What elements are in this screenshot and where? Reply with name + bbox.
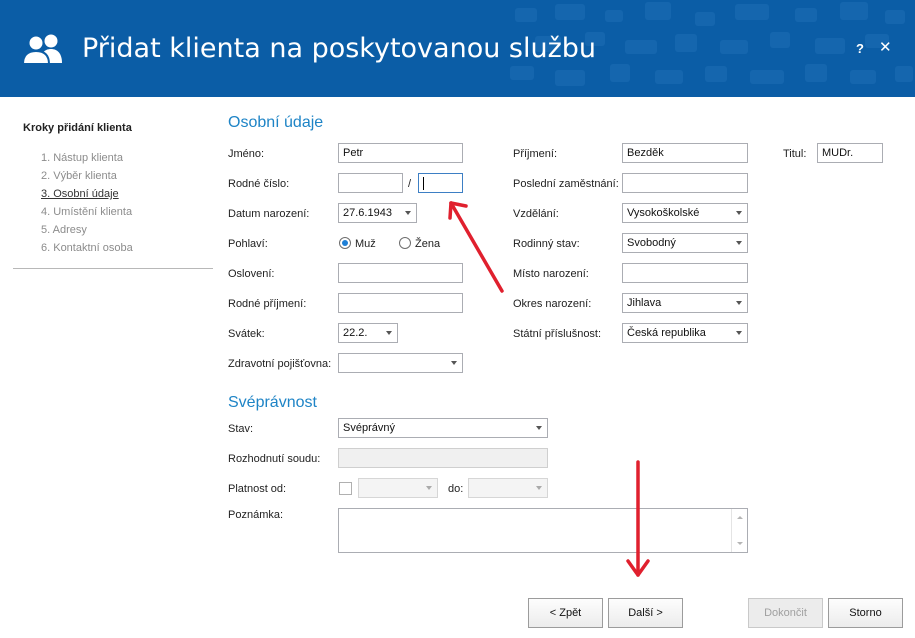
scroll-down-icon[interactable] <box>737 542 743 545</box>
chevron-down-icon <box>736 301 742 305</box>
poznamka-textarea[interactable] <box>338 508 748 553</box>
rodne-prijmeni-label: Rodné příjmení: <box>228 298 307 310</box>
poznamka-label: Poznámka: <box>228 509 284 521</box>
statni-prislusnost-select[interactable]: Česká republika <box>622 323 748 343</box>
chevron-down-icon <box>736 211 742 215</box>
chevron-down-icon <box>405 211 411 215</box>
platnost-od-label: Platnost od: <box>228 483 287 495</box>
finish-button: Dokončit <box>748 598 823 628</box>
posledni-zamestnani-input[interactable] <box>622 173 748 193</box>
section-heading-personal: Osobní údaje <box>228 114 324 131</box>
posledni-zamestnani-label: Poslední zaměstnání: <box>513 178 619 190</box>
sidebar-divider <box>13 268 213 269</box>
misto-narozeni-input[interactable] <box>622 263 748 283</box>
rozhodnuti-soudu-input <box>338 448 548 468</box>
misto-narozeni-label: Místo narození: <box>513 268 589 280</box>
statni-prislusnost-label: Státní příslušnost: <box>513 328 602 340</box>
chevron-down-icon <box>536 426 542 430</box>
platnost-od-picker <box>358 478 438 498</box>
svatek-select[interactable]: 22.2. <box>338 323 398 343</box>
back-button[interactable]: < Zpět <box>528 598 603 628</box>
titul-input[interactable]: MUDr. <box>817 143 883 163</box>
pohlavi-label: Pohlaví: <box>228 238 268 250</box>
pohlavi-muz-label[interactable]: Muž <box>355 238 376 250</box>
rodinny-stav-value: Svobodný <box>627 237 676 249</box>
rodne-prijmeni-input[interactable] <box>338 293 463 313</box>
step-item: 5. Adresy <box>41 224 87 236</box>
titul-label: Titul: <box>783 148 807 160</box>
vzdelani-value: Vysokoškolské <box>627 207 700 219</box>
pohlavi-zena-radio[interactable] <box>399 237 411 249</box>
rodne-cislo-separator: / <box>408 178 412 190</box>
rodne-cislo-label: Rodné číslo: <box>228 178 290 190</box>
chevron-down-icon <box>536 486 542 490</box>
stav-label: Stav: <box>228 423 254 435</box>
datum-narozeni-value: 27.6.1943 <box>343 207 392 219</box>
stav-select[interactable]: Svéprávný <box>338 418 548 438</box>
chevron-down-icon <box>386 331 392 335</box>
svatek-label: Svátek: <box>228 328 265 340</box>
rodinny-stav-select[interactable]: Svobodný <box>622 233 748 253</box>
annotation-arrow-up-head <box>448 201 468 220</box>
zdravotni-pojistovna-select[interactable] <box>338 353 463 373</box>
cancel-button[interactable]: Storno <box>828 598 903 628</box>
rodinny-stav-label: Rodinný stav: <box>513 238 580 250</box>
text-caret <box>423 177 424 190</box>
step-item: 1. Nástup klienta <box>41 152 123 164</box>
dialog-title: Přidat klienta na poskytovanou službu <box>82 33 597 64</box>
step-item-active: 3. Osobní údaje <box>41 188 119 200</box>
rodne-cislo-part2-input[interactable] <box>418 173 463 193</box>
steps-list: 1. Nástup klienta 2. Výběr klienta 3. Os… <box>41 151 133 259</box>
jmeno-label: Jméno: <box>228 148 265 160</box>
prijmeni-label: Příjmení: <box>513 148 558 160</box>
svatek-value: 22.2. <box>343 327 368 339</box>
rodne-cislo-part1-input[interactable] <box>338 173 403 193</box>
statni-prislusnost-value: Česká republika <box>627 327 706 339</box>
platnost-checkbox[interactable] <box>339 482 352 495</box>
scroll-up-icon[interactable] <box>737 516 743 519</box>
okres-narozeni-label: Okres narození: <box>513 298 592 310</box>
vzdelani-label: Vzdělání: <box>513 208 559 220</box>
chevron-down-icon <box>736 331 742 335</box>
rozhodnuti-soudu-label: Rozhodnutí soudu: <box>228 453 321 465</box>
osloveni-input[interactable] <box>338 263 463 283</box>
pohlavi-muz-radio[interactable] <box>339 237 351 249</box>
textarea-scrollbar[interactable] <box>731 509 747 552</box>
platnost-do-label: do: <box>448 483 464 495</box>
pohlavi-zena-label[interactable]: Žena <box>415 238 440 250</box>
next-button[interactable]: Další > <box>608 598 683 628</box>
chevron-down-icon <box>451 361 457 365</box>
step-item: 4. Umístění klienta <box>41 206 133 218</box>
chevron-down-icon <box>426 486 432 490</box>
chevron-down-icon <box>736 241 742 245</box>
step-item: 6. Kontaktní osoba <box>41 242 133 254</box>
steps-title: Kroky přidání klienta <box>23 122 132 134</box>
help-icon[interactable]: ? <box>856 41 864 56</box>
dialog-header: Přidat klienta na poskytovanou službu ? … <box>0 0 915 97</box>
section-heading-legal-capacity: Svéprávnost <box>228 394 317 411</box>
jmeno-input[interactable]: Petr <box>338 143 463 163</box>
prijmeni-input[interactable]: Bezděk <box>622 143 748 163</box>
vzdelani-select[interactable]: Vysokoškolské <box>622 203 748 223</box>
okres-narozeni-select[interactable]: Jihlava <box>622 293 748 313</box>
stav-value: Svéprávný <box>343 422 395 434</box>
datum-narozeni-label: Datum narození: <box>228 208 310 220</box>
platnost-do-picker <box>468 478 548 498</box>
okres-narozeni-value: Jihlava <box>627 297 662 309</box>
users-icon <box>22 34 62 65</box>
close-icon[interactable]: ✕ <box>879 38 892 56</box>
annotation-arrow-down-head <box>626 559 650 577</box>
datum-narozeni-picker[interactable]: 27.6.1943 <box>338 203 417 223</box>
zdravotni-pojistovna-label: Zdravotní pojišťovna: <box>228 358 332 370</box>
step-item: 2. Výběr klienta <box>41 170 117 182</box>
osloveni-label: Oslovení: <box>228 268 275 280</box>
